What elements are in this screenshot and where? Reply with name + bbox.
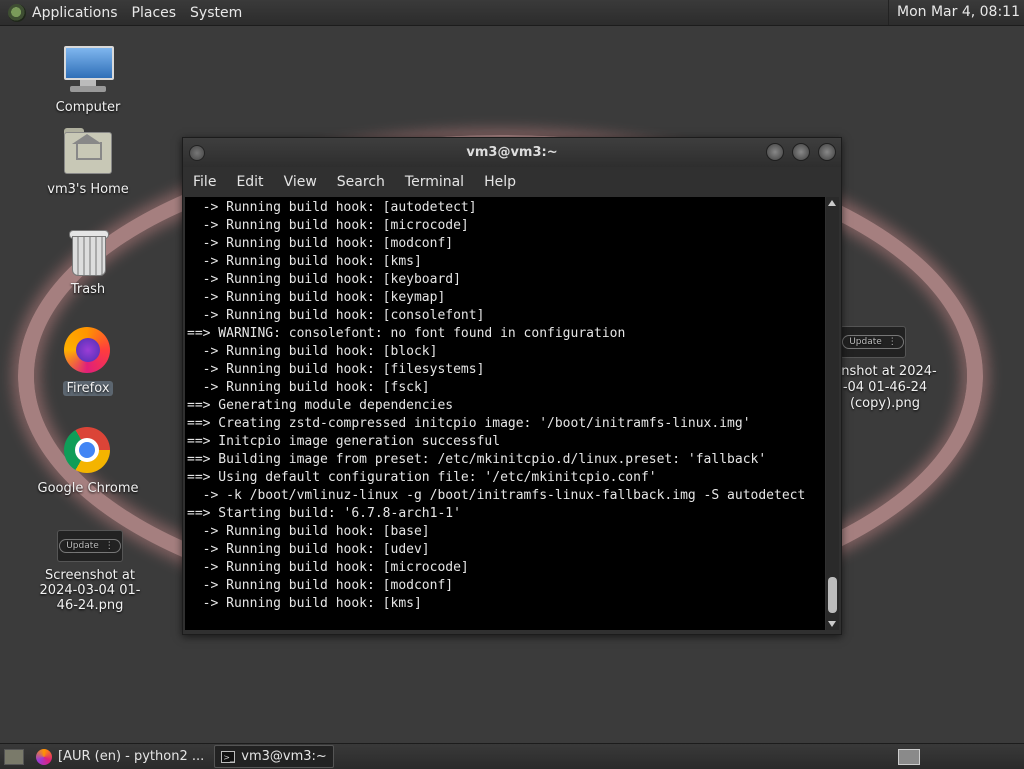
firefox-icon: [36, 748, 52, 765]
menu-edit[interactable]: Edit: [236, 174, 263, 190]
top-panel: Applications Places System Mon Mar 4, 08…: [0, 0, 1024, 26]
terminal-text: -> Running build hook: [autodetect] -> R…: [185, 197, 825, 613]
desktop-icon-computer[interactable]: Computer: [33, 44, 143, 115]
terminal-output[interactable]: -> Running build hook: [autodetect] -> R…: [185, 197, 825, 630]
more-vert-icon: ⋮: [887, 337, 897, 347]
distro-logo-icon[interactable]: [8, 3, 26, 22]
taskbar-item-label: [AUR (en) - python2 ...: [58, 749, 205, 764]
desktop-icon-label-line: (copy).png: [849, 396, 921, 411]
trash-icon: [62, 226, 114, 278]
taskbar-item-label: vm3@vm3:~: [241, 749, 327, 764]
home-folder-icon: [62, 126, 114, 178]
close-button[interactable]: [818, 143, 836, 161]
desktop-icon-firefox[interactable]: Firefox: [33, 325, 143, 396]
places-menu[interactable]: Places: [132, 5, 177, 21]
maximize-button[interactable]: [792, 143, 810, 161]
terminal-menubar: File Edit View Search Terminal Help: [183, 167, 841, 197]
terminal-scrollbar[interactable]: [826, 197, 839, 630]
desktop-icon-trash[interactable]: Trash: [33, 226, 143, 297]
desktop-icon-label-line: enshot at 2024-: [833, 364, 937, 379]
terminal-line: ==> Starting build: '6.7.8-arch1-1': [187, 506, 461, 521]
desktop-icon-label: vm3's Home: [47, 182, 129, 197]
menu-help[interactable]: Help: [484, 174, 516, 190]
window-titlebar[interactable]: vm3@vm3:~: [183, 138, 841, 167]
desktop-icon-screenshot[interactable]: Update ⋮ Screenshot at 2024-03-04 01-46-2…: [30, 530, 150, 613]
update-badge: Update: [66, 541, 99, 551]
terminal-line: -> Running build hook: [base]: [187, 524, 430, 539]
computer-icon: [62, 44, 114, 96]
menu-search[interactable]: Search: [337, 174, 385, 190]
terminal-window[interactable]: vm3@vm3:~ File Edit View Search Terminal…: [182, 137, 842, 635]
window-title: vm3@vm3:~: [466, 145, 558, 160]
terminal-line: ==> Generating module dependencies: [187, 398, 454, 413]
terminal-line: ==> Building image from preset: /etc/mki…: [187, 452, 767, 467]
scroll-down-icon[interactable]: [828, 621, 836, 627]
menu-terminal[interactable]: Terminal: [405, 174, 464, 190]
terminal-line: ==> WARNING: consolefont: no font found …: [187, 326, 626, 341]
desktop-icon-chrome[interactable]: Google Chrome: [33, 425, 143, 496]
desktop-icon-label: Screenshot at 2024-03-04 01-46-24.png: [39, 568, 141, 613]
terminal-line: ==> Creating zstd-compressed initcpio im…: [187, 416, 751, 431]
terminal-line: -> Running build hook: [modconf]: [187, 236, 454, 251]
show-desktop-icon[interactable]: [4, 748, 24, 765]
system-menu[interactable]: System: [190, 5, 242, 21]
terminal-line: -> Running build hook: [microcode]: [187, 560, 469, 575]
menu-file[interactable]: File: [193, 174, 216, 190]
desktop-icon-label: Trash: [70, 282, 106, 297]
applications-menu[interactable]: Applications: [32, 5, 118, 21]
terminal-line: -> Running build hook: [keymap]: [187, 290, 446, 305]
terminal-line: ==> Initcpio image generation successful: [187, 434, 501, 449]
firefox-icon: [62, 325, 114, 377]
terminal-line: -> Running build hook: [udev]: [187, 542, 430, 557]
desktop-icon-label-line: -04 01-46-24: [842, 380, 928, 395]
taskbar-item-terminal[interactable]: >_ vm3@vm3:~: [214, 745, 334, 768]
terminal-line: -> Running build hook: [fsck]: [187, 380, 430, 395]
update-badge: Update: [849, 337, 882, 347]
screenshot-thumbnail: Update ⋮: [840, 326, 906, 358]
minimize-button[interactable]: [766, 143, 784, 161]
desktop-icon-label: Computer: [55, 100, 121, 115]
desktop-icon-label: Firefox: [63, 381, 113, 396]
terminal-line: -> Running build hook: [autodetect]: [187, 200, 477, 215]
screenshot-thumbnail: Update ⋮: [57, 530, 123, 562]
chrome-icon: [62, 425, 114, 477]
terminal-line: -> Running build hook: [keyboard]: [187, 272, 461, 287]
taskbar-item-firefox[interactable]: [AUR (en) - python2 ...: [30, 746, 210, 767]
terminal-line: -> Running build hook: [modconf]: [187, 578, 454, 593]
terminal-icon: >_: [221, 750, 236, 763]
clock[interactable]: Mon Mar 4, 08:11: [888, 0, 1024, 25]
bottom-panel: [AUR (en) - python2 ... >_ vm3@vm3:~: [0, 743, 1024, 769]
desktop-icon-screenshot-copy[interactable]: Update ⋮ enshot at 2024- -04 01-46-24 (co…: [830, 326, 940, 412]
desktop-icon-home[interactable]: vm3's Home: [33, 126, 143, 197]
terminal-line: -> Running build hook: [microcode]: [187, 218, 469, 233]
terminal-line: -> -k /boot/vmlinuz-linux -g /boot/initr…: [187, 488, 806, 503]
scroll-up-icon[interactable]: [828, 200, 836, 206]
terminal-line: -> Running build hook: [consolefont]: [187, 308, 485, 323]
workspace-switcher[interactable]: [898, 748, 920, 765]
terminal-line: -> Running build hook: [kms]: [187, 596, 422, 611]
terminal-line: -> Running build hook: [kms]: [187, 254, 422, 269]
scrollbar-thumb[interactable]: [828, 577, 837, 613]
terminal-line: ==> Using default configuration file: '/…: [187, 470, 657, 485]
terminal-line: -> Running build hook: [block]: [187, 344, 438, 359]
menu-view[interactable]: View: [284, 174, 317, 190]
more-vert-icon: ⋮: [104, 541, 114, 551]
terminal-line: -> Running build hook: [filesystems]: [187, 362, 485, 377]
desktop-icon-label: Google Chrome: [37, 481, 139, 496]
